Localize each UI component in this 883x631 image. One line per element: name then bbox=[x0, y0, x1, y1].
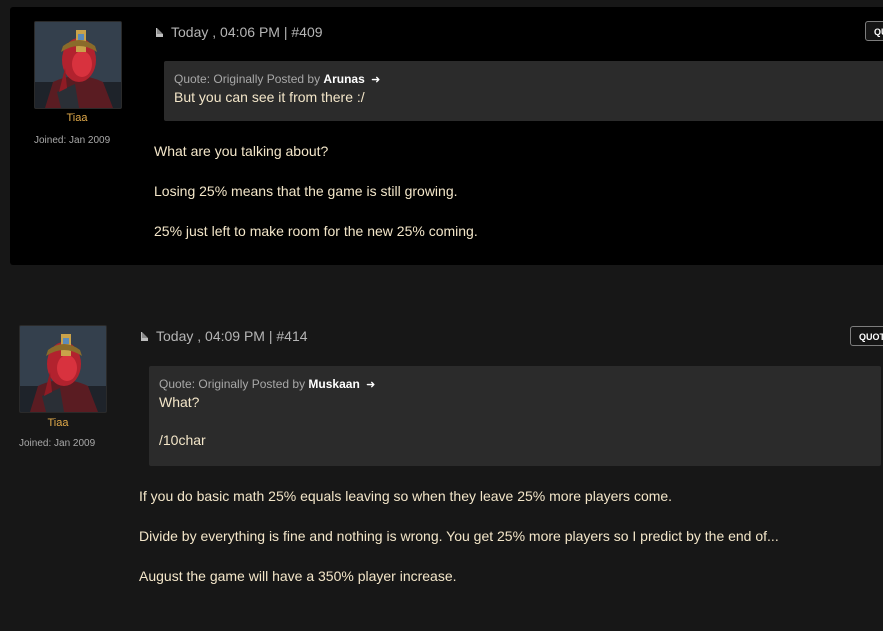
avatar[interactable] bbox=[19, 325, 107, 413]
quote-text: /10char bbox=[159, 432, 206, 448]
post-date[interactable]: Today , 04:06 PM | #409 bbox=[171, 24, 323, 40]
post-date[interactable]: Today , 04:09 PM | #414 bbox=[156, 328, 308, 344]
post-text: 25% just left to make room for the new 2… bbox=[154, 223, 478, 239]
join-date: Joined: Jan 2009 bbox=[19, 438, 96, 449]
post-text: If you do basic math 25% equals leaving … bbox=[139, 488, 673, 504]
post-409: Tiaa Joined: Jan 2009 Today , 04:06 PM |… bbox=[10, 7, 883, 265]
quote-button[interactable]: QUOTE bbox=[850, 326, 883, 346]
quote-prefix: Quote: Originally Posted by bbox=[174, 72, 321, 86]
quote-button[interactable]: QU bbox=[865, 21, 883, 41]
quote-header: Quote: Originally Posted by Arunas ➜ bbox=[174, 72, 883, 86]
quote-author: Arunas bbox=[323, 72, 365, 86]
post-text: Losing 25% means that the game is still … bbox=[154, 183, 458, 199]
quote-box: Quote: Originally Posted by Arunas ➜ But… bbox=[164, 61, 883, 121]
document-icon bbox=[141, 331, 148, 341]
arrow-right-icon[interactable]: ➜ bbox=[371, 74, 380, 86]
username[interactable]: Tiaa bbox=[34, 112, 120, 124]
post-meta: Today , 04:09 PM | #414 bbox=[141, 328, 308, 344]
quote-prefix: Quote: Originally Posted by bbox=[159, 377, 306, 391]
avatar[interactable] bbox=[34, 21, 122, 109]
quote-author: Muskaan bbox=[308, 377, 360, 391]
arrow-right-icon[interactable]: ➜ bbox=[366, 379, 375, 391]
join-date: Joined: Jan 2009 bbox=[34, 135, 111, 146]
post-text: Divide by everything is fine and nothing… bbox=[139, 528, 779, 544]
post-text: What are you talking about? bbox=[154, 143, 329, 159]
username[interactable]: Tiaa bbox=[15, 417, 101, 429]
quote-header: Quote: Originally Posted by Muskaan ➜ bbox=[159, 377, 871, 391]
post-meta: Today , 04:06 PM | #409 bbox=[156, 24, 323, 40]
document-icon bbox=[156, 27, 163, 37]
quote-box: Quote: Originally Posted by Muskaan ➜ Wh… bbox=[149, 366, 881, 466]
post-text: August the game will have a 350% player … bbox=[139, 568, 457, 584]
post-414: Tiaa Joined: Jan 2009 Today , 04:09 PM |… bbox=[0, 310, 883, 610]
quote-text: But you can see it from there :/ bbox=[174, 89, 365, 105]
quote-text: What? bbox=[159, 394, 200, 410]
